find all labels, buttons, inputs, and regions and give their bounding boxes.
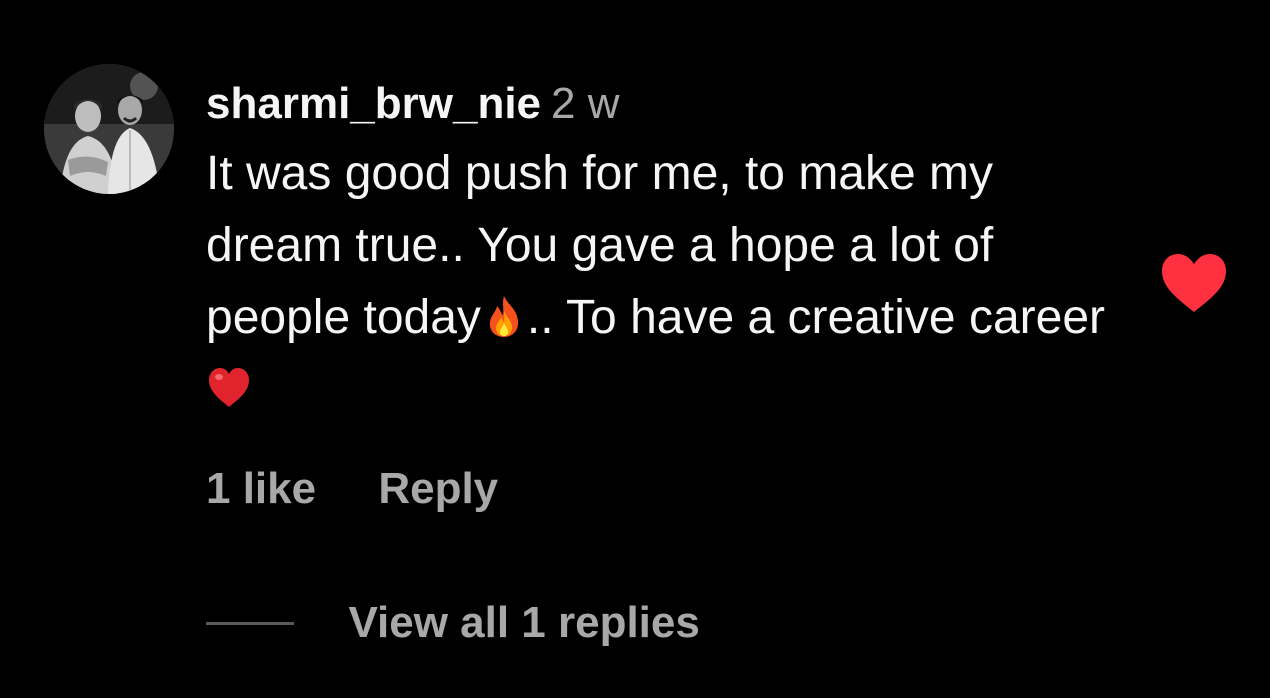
like-heart-icon[interactable] xyxy=(1160,252,1228,314)
timestamp: 2 w xyxy=(551,79,620,128)
reply-button[interactable]: Reply xyxy=(378,464,498,514)
comment-body: sharmi_brw_nie 2 w It was good push for m… xyxy=(206,76,1126,426)
view-replies-button[interactable]: View all 1 replies xyxy=(348,598,699,648)
avatar[interactable] xyxy=(44,64,174,194)
comment-text-part2: .. To have a creative career xyxy=(526,291,1105,344)
fire-emoji-icon xyxy=(489,296,519,337)
avatar-photo xyxy=(44,64,174,194)
comment-text: It was good push for me, to make my drea… xyxy=(206,138,1106,426)
like-count[interactable]: 1 like xyxy=(206,464,316,514)
comment-actions: 1 like Reply xyxy=(206,464,498,514)
username[interactable]: sharmi_brw_nie xyxy=(206,79,541,128)
comment-header: sharmi_brw_nie 2 w xyxy=(206,76,1126,132)
view-replies-row[interactable]: View all 1 replies xyxy=(206,598,700,648)
replies-divider-line xyxy=(206,621,294,625)
comment: sharmi_brw_nie 2 w It was good push for m… xyxy=(0,0,1270,698)
red-heart-emoji-icon xyxy=(209,368,249,407)
